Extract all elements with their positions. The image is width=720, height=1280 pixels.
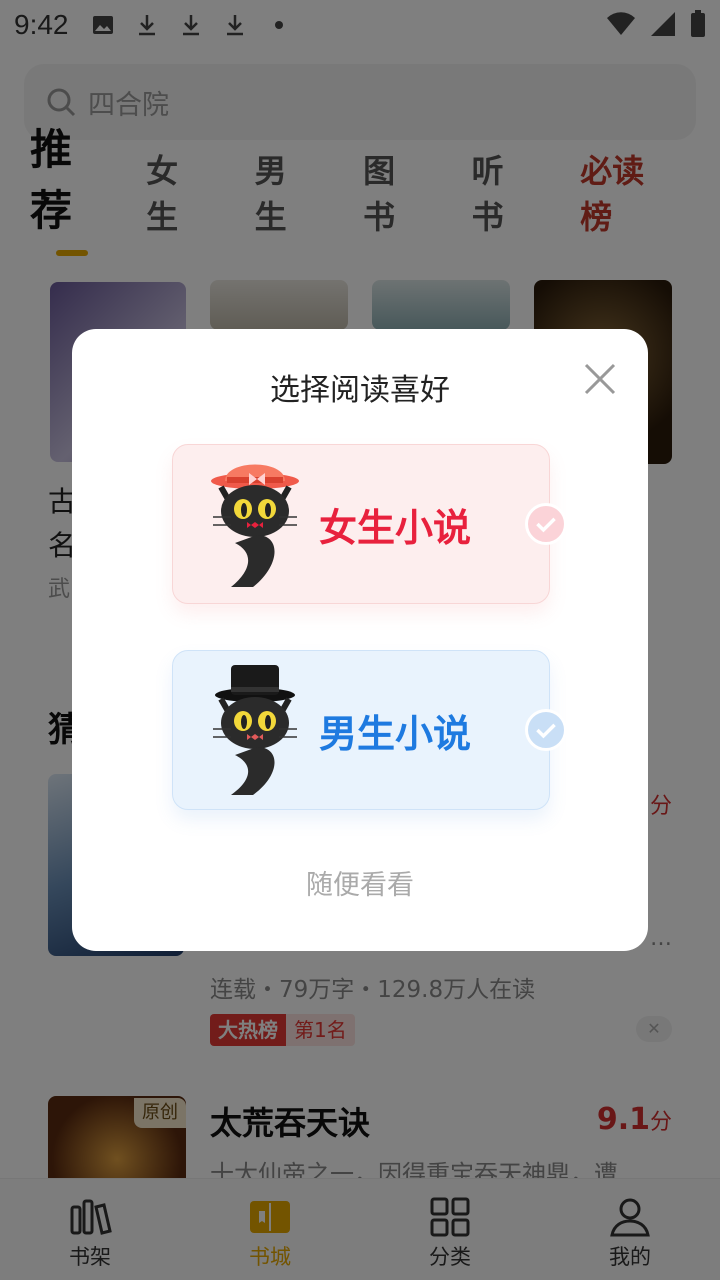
female-novel-option[interactable]: 女生小说: [172, 444, 567, 604]
skip-button[interactable]: 随便看看: [72, 863, 648, 902]
reading-preference-dialog: 选择阅读喜好 女生小说 男生小说 随便看看: [72, 329, 648, 951]
female-novel-label: 女生小说: [319, 506, 472, 550]
dialog-title: 选择阅读喜好: [270, 373, 450, 408]
close-icon[interactable]: [580, 359, 620, 399]
check-icon: [525, 709, 567, 751]
male-novel-label: 男生小说: [319, 712, 472, 756]
check-icon: [525, 503, 567, 545]
cat-with-red-hat-icon: [211, 464, 299, 587]
male-novel-option[interactable]: 男生小说: [172, 650, 567, 810]
cat-with-top-hat-icon: [213, 665, 297, 795]
